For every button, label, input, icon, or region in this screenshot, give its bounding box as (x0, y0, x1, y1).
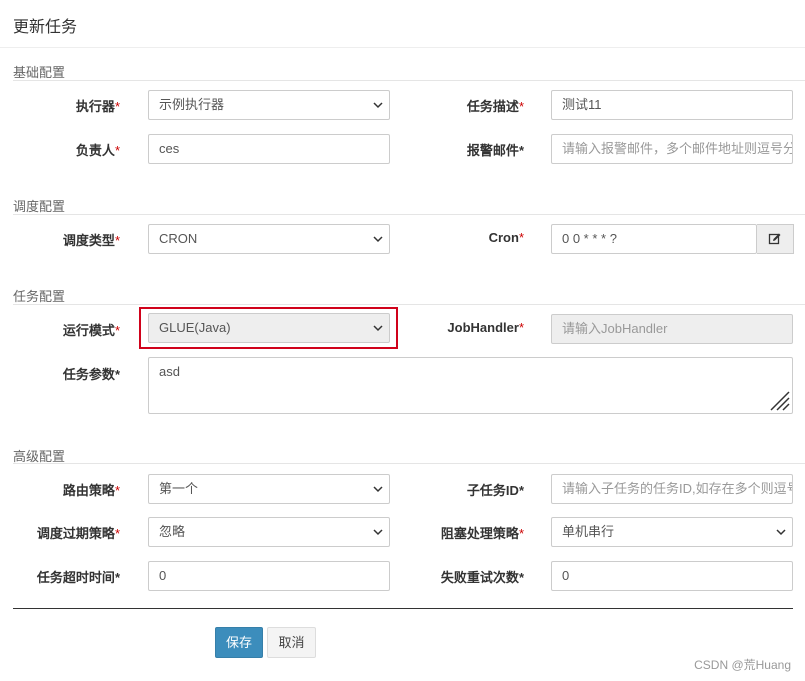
job-desc-label: 任务描述* (466, 99, 524, 114)
child-job-id-input[interactable]: 请输入子任务的任务ID,如存在多个则逗号分隔 (551, 474, 793, 504)
misfire-strategy-value: 忽略 (159, 524, 186, 539)
section-task-divider (13, 304, 805, 305)
misfire-strategy-label: 调度过期策略* (36, 526, 120, 541)
resize-grip-icon[interactable] (768, 389, 790, 411)
section-schedule-title: 调度配置 (13, 199, 66, 214)
title-divider (0, 47, 805, 48)
footer-divider (13, 608, 793, 609)
alarm-email-label: 报警邮件* (466, 143, 524, 158)
job-param-textarea[interactable]: asd (148, 357, 793, 414)
run-mode-label: 运行模式* (62, 323, 120, 338)
job-desc-input[interactable]: 测试11 (551, 90, 793, 120)
watermark-text: CSDN @荒Huang (694, 658, 791, 672)
schedule-type-label: 调度类型* (62, 233, 120, 248)
cancel-button[interactable]: 取消 (267, 627, 316, 658)
job-handler-label: JobHandler* (447, 320, 524, 335)
cron-input[interactable]: 0 0 * * * ? (551, 224, 757, 254)
executor-value: 示例执行器 (159, 97, 225, 112)
child-job-id-label: 子任务ID* (466, 483, 524, 498)
section-basic-divider (13, 80, 805, 81)
alarm-email-input[interactable]: 请输入报警邮件，多个邮件地址则逗号分隔 (551, 134, 793, 164)
cron-label: Cron* (488, 230, 524, 245)
job-handler-input[interactable]: 请输入JobHandler (551, 314, 793, 344)
job-param-value: asd (159, 364, 180, 379)
cron-edit-button[interactable] (757, 224, 794, 254)
route-strategy-label: 路由策略* (62, 483, 120, 498)
author-label: 负责人* (75, 143, 120, 158)
block-strategy-label: 阻塞处理策略* (440, 526, 524, 541)
block-strategy-value: 单机串行 (562, 524, 615, 539)
section-task-title: 任务配置 (13, 289, 66, 304)
dialog-title: 更新任务 (13, 19, 78, 36)
job-param-label: 任务参数* (62, 367, 120, 382)
fail-retry-label: 失败重试次数* (440, 570, 524, 585)
chevron-down-icon (776, 529, 786, 536)
route-strategy-value: 第一个 (159, 481, 199, 496)
section-basic-title: 基础配置 (13, 65, 66, 80)
fail-retry-input[interactable]: 0 (551, 561, 793, 591)
schedule-type-value: CRON (159, 231, 198, 246)
timeout-label: 任务超时时间* (36, 570, 120, 585)
section-advanced-divider (13, 463, 805, 464)
section-schedule-divider (13, 214, 805, 215)
edit-icon (768, 233, 781, 245)
block-strategy-select[interactable]: 单机串行 (551, 517, 793, 547)
executor-label: 执行器* (75, 99, 120, 114)
save-button[interactable]: 保存 (215, 627, 263, 658)
